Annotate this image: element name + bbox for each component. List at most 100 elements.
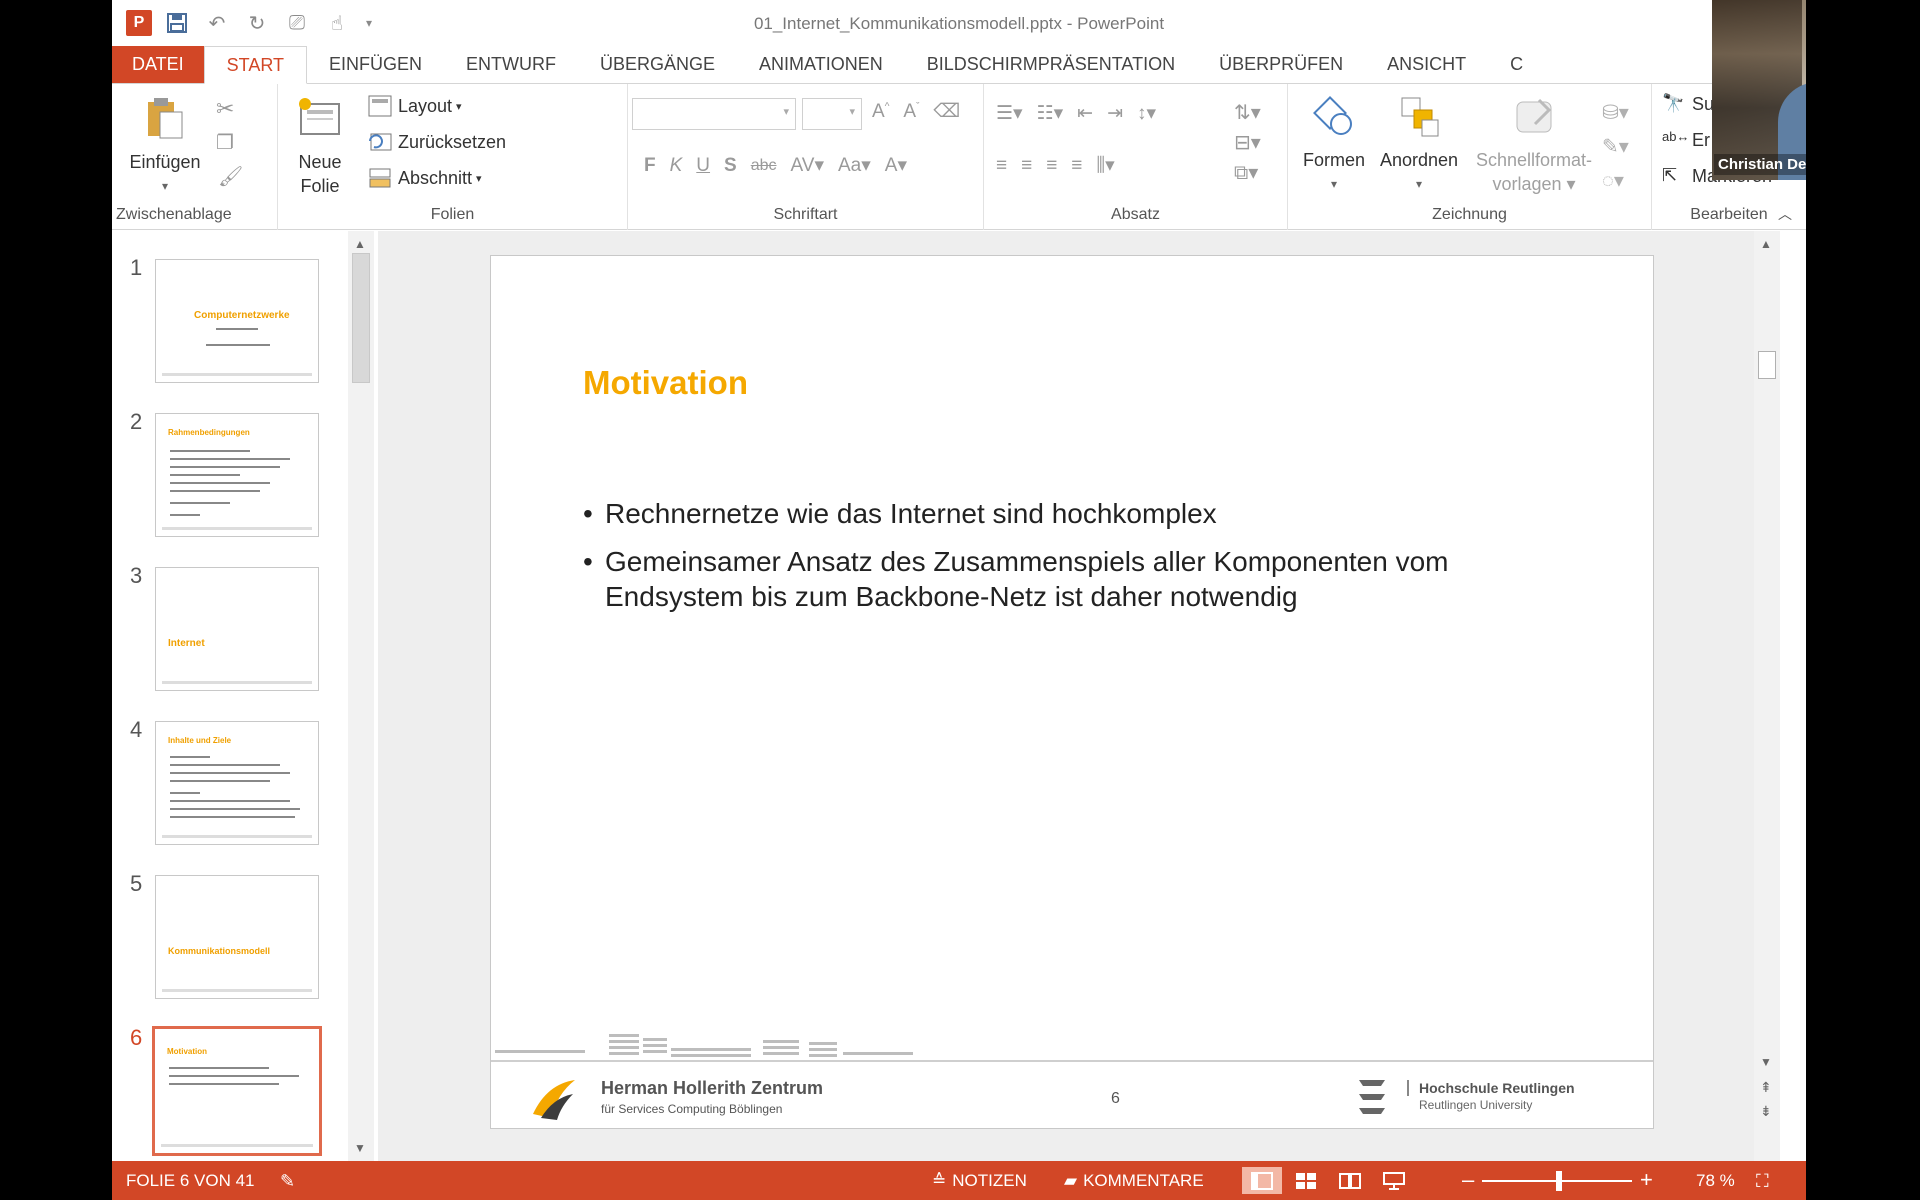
scroll-down-icon[interactable]: ▼ xyxy=(354,1141,366,1155)
zoom-level[interactable]: 78 % xyxy=(1696,1171,1735,1191)
slide-sorter-button[interactable] xyxy=(1286,1167,1326,1194)
slide-bullet-1[interactable]: • Rechnernetze wie das Internet sind hoc… xyxy=(583,496,1535,531)
align-center-icon[interactable]: ≡ xyxy=(1021,155,1032,177)
align-text-icon[interactable]: ⊟▾ xyxy=(1234,128,1261,158)
shape-effects-icon[interactable]: ◌▾ xyxy=(1602,164,1629,198)
next-slide-icon[interactable]: ⇟ xyxy=(1760,1103,1772,1120)
shadow-button[interactable]: S xyxy=(724,155,737,177)
scroll-up-icon[interactable]: ▲ xyxy=(1760,237,1772,251)
line-spacing-icon[interactable]: ↕▾ xyxy=(1137,102,1156,125)
text-direction-icon[interactable]: ⇅▾ xyxy=(1234,98,1261,128)
tab-overflow[interactable]: C xyxy=(1488,46,1545,83)
tab-entwurf[interactable]: ENTWURF xyxy=(444,46,578,83)
slide-thumbnail-1[interactable]: Computernetzwerke xyxy=(155,259,319,383)
tab-uebergaenge[interactable]: ÜBERGÄNGE xyxy=(578,46,737,83)
layout-icon xyxy=(368,95,392,117)
arrange-button[interactable]: Anordnen ▾ xyxy=(1376,94,1462,196)
shapes-button[interactable]: Formen ▾ xyxy=(1294,94,1374,196)
zoom-in-button[interactable]: + xyxy=(1640,1167,1653,1193)
shrink-font-icon[interactable]: Aˇ xyxy=(903,101,919,123)
reset-button[interactable]: Zurücksetzen xyxy=(368,128,506,156)
tab-bildschirmpraesentation[interactable]: BILDSCHIRMPRÄSENTATION xyxy=(905,46,1197,83)
format-painter-icon[interactable]: 🖌 xyxy=(218,164,243,189)
slide-scrollbar[interactable]: ▲ ▼ ⇞ ⇟ xyxy=(1754,231,1780,1161)
thumbnail-scrollbar[interactable]: ▲ ▼ xyxy=(348,231,374,1161)
scroll-up-icon[interactable]: ▲ xyxy=(354,237,366,251)
reading-view-button[interactable] xyxy=(1330,1167,1370,1194)
align-buttons: ≡ ≡ ≡ ≡ ⫼▾ xyxy=(996,154,1115,177)
slide-scroll-thumb[interactable] xyxy=(1758,351,1776,379)
slide-title[interactable]: Motivation xyxy=(583,364,748,402)
current-slide[interactable]: Motivation • Rechnernetze wie das Intern… xyxy=(490,255,1654,1129)
shape-format-extra: ⛁▾ ✎▾ ◌▾ xyxy=(1602,96,1629,198)
underline-button[interactable]: U xyxy=(696,155,710,177)
slideshow-button[interactable] xyxy=(1374,1167,1414,1194)
char-spacing-icon[interactable]: AV▾ xyxy=(791,154,824,177)
fit-to-window-icon[interactable]: ⛶ xyxy=(1756,1171,1769,1192)
font-color-icon[interactable]: A▾ xyxy=(885,154,907,177)
clear-format-icon[interactable]: ⌫ xyxy=(933,100,960,123)
tab-ansicht[interactable]: ANSICHT xyxy=(1365,46,1488,83)
italic-button[interactable]: K xyxy=(670,155,683,177)
copy-icon[interactable]: ❐ xyxy=(216,130,234,155)
shape-fill-icon[interactable]: ⛁▾ xyxy=(1602,96,1629,130)
section-label: Abschnitt xyxy=(398,167,473,188)
paste-dropdown-icon[interactable]: ▾ xyxy=(122,174,208,198)
shape-outline-icon[interactable]: ✎▾ xyxy=(1602,130,1629,164)
tab-einfuegen[interactable]: EINFÜGEN xyxy=(307,46,444,83)
find-button[interactable]: 🔭 Su xyxy=(1662,90,1714,118)
font-family-select[interactable]: ▾ xyxy=(632,98,796,130)
scroll-down-icon[interactable]: ▼ xyxy=(1760,1055,1772,1069)
thumbnail-line xyxy=(169,1083,279,1085)
strikethrough-button[interactable]: abc xyxy=(751,157,777,175)
slide-thumbnail-5[interactable]: Kommunikationsmodell xyxy=(155,875,319,999)
bold-button[interactable]: F xyxy=(644,155,656,177)
layout-button[interactable]: Layout ▾ xyxy=(368,92,462,120)
decrease-indent-icon[interactable]: ⇤ xyxy=(1077,102,1093,125)
comments-label: KOMMENTARE xyxy=(1083,1171,1204,1190)
change-case-label: Aa xyxy=(838,155,862,176)
collapse-ribbon-icon[interactable]: ︿ xyxy=(1778,204,1792,224)
previous-slide-icon[interactable]: ⇞ xyxy=(1760,1079,1772,1096)
thumbnail-footer xyxy=(162,835,312,838)
thumbnail-scroll-thumb[interactable] xyxy=(352,253,370,383)
quick-styles-button[interactable]: Schnellformat- vorlagen ▾ xyxy=(1464,94,1604,196)
cut-icon[interactable]: ✂ xyxy=(216,96,234,122)
change-case-button[interactable]: Aa▾ xyxy=(838,154,871,177)
notes-button[interactable]: ≙ NOTIZEN xyxy=(932,1171,1027,1191)
spellcheck-icon[interactable]: ✎ xyxy=(280,1171,295,1192)
tab-ueberpruefen[interactable]: ÜBERPRÜFEN xyxy=(1197,46,1365,83)
zoom-out-button[interactable]: – xyxy=(1462,1167,1474,1193)
section-button[interactable]: Abschnitt ▾ xyxy=(368,164,482,192)
tab-start[interactable]: START xyxy=(203,46,308,84)
reutlingen-logo-icon xyxy=(1359,1080,1385,1114)
columns-icon[interactable]: ⫼▾ xyxy=(1096,154,1114,177)
align-right-icon[interactable]: ≡ xyxy=(1046,155,1057,177)
shapes-icon xyxy=(1313,96,1352,135)
new-slide-button[interactable]: Neue Folie xyxy=(284,96,356,198)
slide-thumbnail-4[interactable]: Inhalte und Ziele xyxy=(155,721,319,845)
slide-thumbnail-2[interactable]: Rahmenbedingungen xyxy=(155,413,319,537)
align-left-icon[interactable]: ≡ xyxy=(996,155,1007,177)
font-size-select[interactable]: ▾ xyxy=(802,98,862,130)
paste-button[interactable]: Einfügen ▾ xyxy=(122,96,208,198)
smartart-icon[interactable]: ⧉▾ xyxy=(1234,158,1261,188)
new-slide-label-2: Folie xyxy=(300,176,340,196)
thumbnail-line xyxy=(170,764,280,766)
zoom-slider-knob[interactable] xyxy=(1556,1171,1562,1191)
bullets-icon[interactable]: ☰▾ xyxy=(996,102,1023,125)
grow-font-icon[interactable]: A^ xyxy=(872,101,889,123)
numbering-icon[interactable]: ☷▾ xyxy=(1037,102,1064,125)
slide-thumbnail-3[interactable]: Internet xyxy=(155,567,319,691)
justify-icon[interactable]: ≡ xyxy=(1071,155,1082,177)
slide-thumbnail-6[interactable]: Motivation xyxy=(152,1026,322,1156)
slide-bullet-2[interactable]: • Gemeinsamer Ansatz des Zusammenspiels … xyxy=(583,544,1535,614)
slide-editing-area: Motivation • Rechnernetze wie das Intern… xyxy=(378,231,1780,1161)
thumbnail-line xyxy=(170,450,250,452)
replace-button[interactable]: ab↔ Er xyxy=(1662,126,1710,154)
normal-view-button[interactable] xyxy=(1242,1167,1282,1194)
increase-indent-icon[interactable]: ⇥ xyxy=(1107,102,1123,125)
tab-datei[interactable]: DATEI xyxy=(112,46,204,83)
comments-button[interactable]: ▰ KOMMENTARE xyxy=(1064,1171,1204,1191)
tab-animationen[interactable]: ANIMATIONEN xyxy=(737,46,905,83)
